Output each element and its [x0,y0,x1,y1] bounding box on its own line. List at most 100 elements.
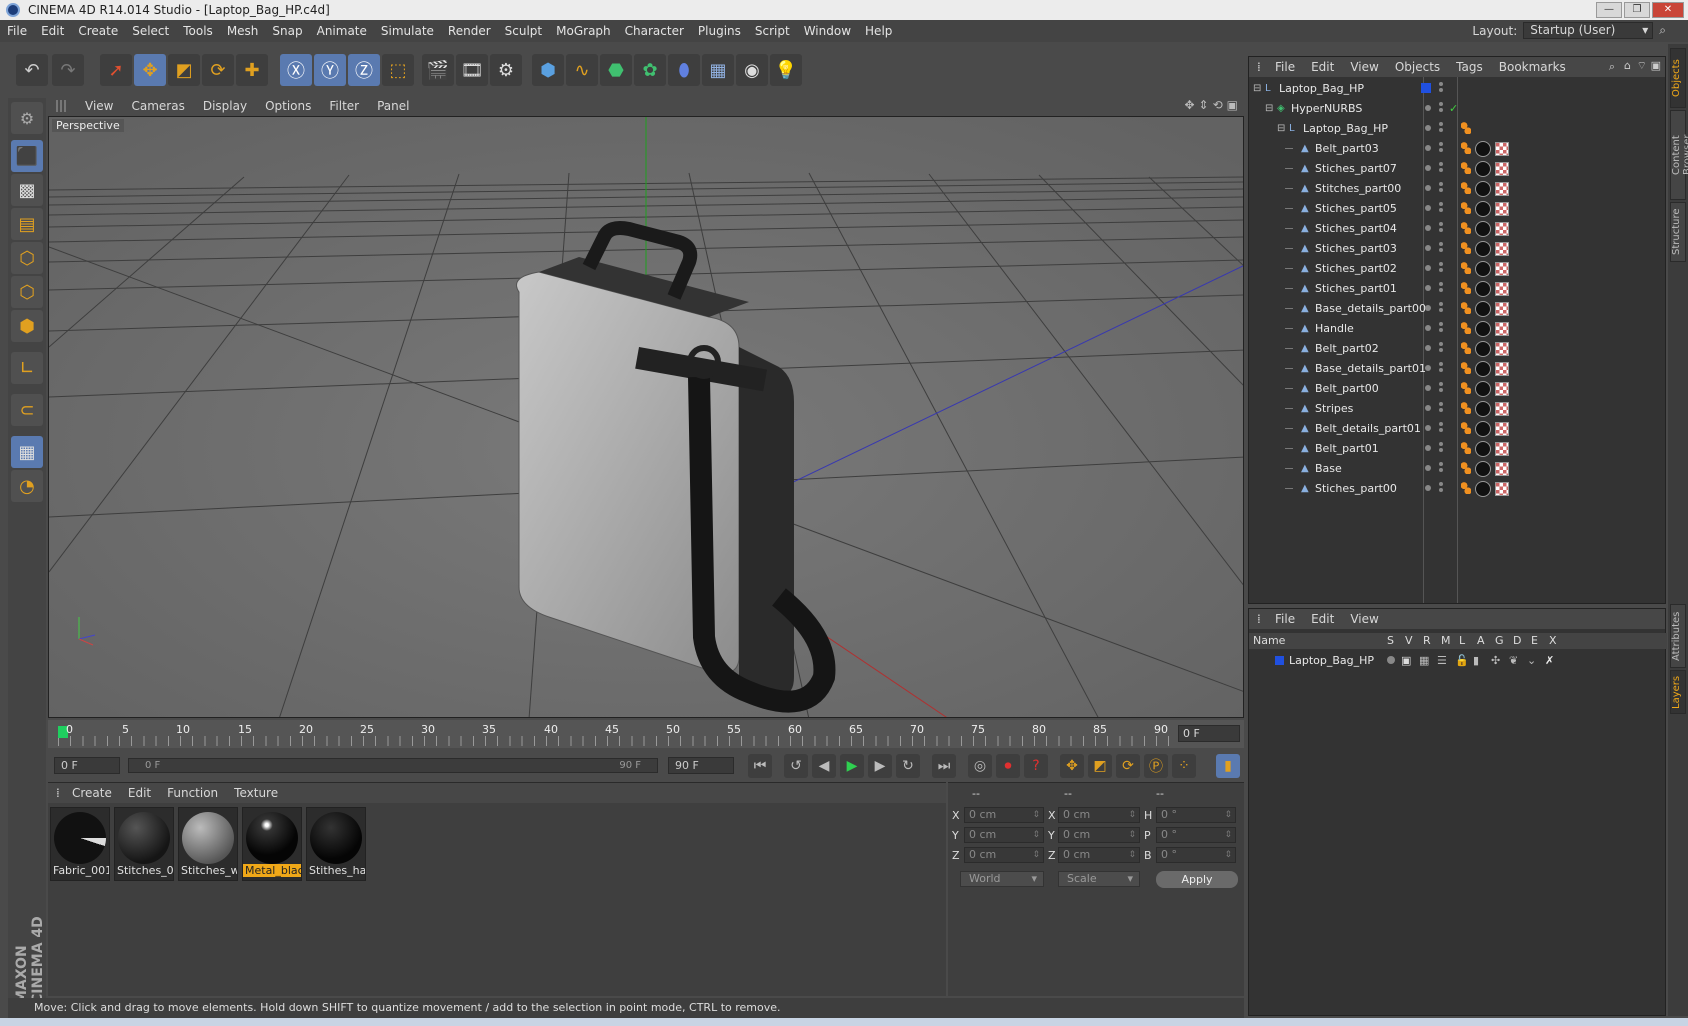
perspective-viewport[interactable]: Perspective [48,116,1244,718]
material-menu-edit[interactable]: Edit [120,786,159,800]
editor-render-visibility-icon[interactable] [1439,262,1443,266]
editor-render-visibility-icon[interactable] [1439,462,1443,466]
visibility-dot-icon[interactable] [1425,185,1431,191]
object-row[interactable]: ▲ Stiches_part07 [1249,159,1667,178]
menu-sculpt[interactable]: Sculpt [498,24,549,38]
uvw-tag-icon[interactable] [1495,262,1509,276]
menu-script[interactable]: Script [748,24,797,38]
workplane-mode-icon[interactable]: ▤ [11,208,43,240]
layers-menu-file[interactable]: File [1267,612,1303,626]
layer-col-xref[interactable]: X [1549,633,1557,649]
uvw-tag-icon[interactable] [1495,322,1509,336]
move-tool-button[interactable]: ✥ [134,54,166,86]
editor-render-visibility-icon[interactable] [1439,82,1443,86]
workplane-lock-icon[interactable]: ▦ [11,436,43,468]
editor-render-visibility-icon[interactable] [1439,222,1443,226]
layer-col-generators[interactable]: G [1495,633,1504,649]
menu-simulate[interactable]: Simulate [374,24,441,38]
deformer-icon[interactable]: ⬮ [668,54,700,86]
model-mode-icon[interactable]: ⬛ [11,140,43,172]
object-row[interactable]: ▲ Stiches_part01 [1249,279,1667,298]
visibility-dot-icon[interactable] [1425,345,1431,351]
position-x-field[interactable]: 0 cm [964,807,1044,823]
collapse-icon[interactable]: ⌔ [1637,59,1647,73]
material-tag-icon[interactable] [1475,481,1491,497]
texture-mode-icon[interactable]: ▩ [11,174,43,206]
layer-col-name[interactable]: Name [1253,633,1285,649]
size-mode-dropdown[interactable]: Scale [1058,871,1140,887]
editor-render-visibility-icon[interactable] [1439,342,1443,346]
layer-col-manager[interactable]: M [1441,633,1451,649]
editor-render-visibility-icon[interactable] [1439,402,1443,406]
visibility-dot-icon[interactable] [1425,125,1431,131]
objects-menu-bookmarks[interactable]: Bookmarks [1491,60,1574,74]
make-editable-icon[interactable]: ⚙ [11,102,43,134]
editor-render-visibility-icon[interactable] [1439,142,1443,146]
uvw-tag-icon[interactable] [1495,402,1509,416]
material-menu-texture[interactable]: Texture [226,786,286,800]
material-swatch[interactable]: Stitches_00 [114,807,174,881]
phong-tag-icon[interactable] [1461,302,1471,314]
material-tag-icon[interactable] [1475,261,1491,277]
size-z-field[interactable]: 0 cm [1058,847,1140,863]
material-tag-icon[interactable] [1475,341,1491,357]
phong-tag-icon[interactable] [1461,162,1471,174]
z-axis-lock-button[interactable]: Ⓩ [348,54,380,86]
uvw-tag-icon[interactable] [1495,162,1509,176]
new-window-icon[interactable]: ▣ [1651,59,1661,72]
object-row[interactable]: ▲ Base_details_part00 [1249,299,1667,318]
snap-magnet-icon[interactable]: ⊂ [11,394,43,426]
material-tag-icon[interactable] [1475,461,1491,477]
light-icon[interactable]: 💡 [770,54,802,86]
visibility-dot-icon[interactable] [1425,425,1431,431]
phong-tag-icon[interactable] [1461,242,1471,254]
visibility-dot-icon[interactable] [1425,385,1431,391]
phong-tag-icon[interactable] [1461,142,1471,154]
next-frame-icon[interactable]: ▶ [868,754,892,778]
material-tag-icon[interactable] [1475,281,1491,297]
layer-manager-icon[interactable]: ☰ [1437,651,1447,670]
phong-tag-icon[interactable] [1461,122,1471,134]
visibility-dot-icon[interactable] [1425,405,1431,411]
object-row[interactable]: ▲ Handle [1249,319,1667,338]
floor-scene-icon[interactable]: ▦ [702,54,734,86]
layer-col-solo[interactable]: S [1387,633,1394,649]
menu-mograph[interactable]: MoGraph [549,24,618,38]
layer-row[interactable]: Laptop_Bag_HP ▣ ▦ ☰ 🔓 ▮ ✣ ❦ ⌄ ✗ [1249,651,1667,670]
objects-menu-edit[interactable]: Edit [1303,60,1342,74]
material-tag-icon[interactable] [1475,221,1491,237]
nurbs-icon[interactable]: ⬣ [600,54,632,86]
render-view-button[interactable]: 🎬 [422,54,454,86]
x-axis-lock-button[interactable]: Ⓧ [280,54,312,86]
phong-tag-icon[interactable] [1461,262,1471,274]
zoom-view-icon[interactable]: ⇕ [1199,98,1209,112]
visibility-dot-icon[interactable] [1425,225,1431,231]
layer-col-animation[interactable]: A [1477,633,1485,649]
coordinate-mode-dropdown[interactable]: World [960,871,1044,887]
layer-col-deformers[interactable]: D [1513,633,1521,649]
visibility-dot-icon[interactable] [1425,265,1431,271]
camera-icon[interactable]: ◉ [736,54,768,86]
visibility-dot-icon[interactable] [1425,105,1431,111]
record-parameter-icon[interactable]: Ⓟ [1144,754,1168,778]
tab-layers[interactable]: Layers [1670,670,1686,714]
menu-plugins[interactable]: Plugins [691,24,748,38]
layer-col-render[interactable]: R [1423,633,1431,649]
undo-button[interactable]: ↶ [16,54,48,86]
timeline-ruler[interactable]: 0 5 10 15 20 25 30 35 40 45 50 55 60 65 … [48,720,1244,748]
polygons-mode-icon[interactable]: ⬢ [11,310,43,342]
search-icon[interactable]: ⌕ [1609,60,1615,74]
visibility-dot-icon[interactable] [1425,145,1431,151]
rotate-view-icon[interactable]: ⟲ [1213,98,1223,112]
uvw-tag-icon[interactable] [1495,282,1509,296]
object-row[interactable]: ▲ Belt_part02 [1249,339,1667,358]
material-swatch[interactable]: Stithes_har [306,807,366,881]
menu-render[interactable]: Render [441,24,498,38]
menu-window[interactable]: Window [797,24,858,38]
editor-render-visibility-icon[interactable] [1439,282,1443,286]
next-keyframe-icon[interactable]: ↻ [896,754,920,778]
phong-tag-icon[interactable] [1461,322,1471,334]
phong-tag-icon[interactable] [1461,202,1471,214]
create-object-button[interactable]: ✚ [236,54,268,86]
visibility-dot-icon[interactable] [1425,365,1431,371]
